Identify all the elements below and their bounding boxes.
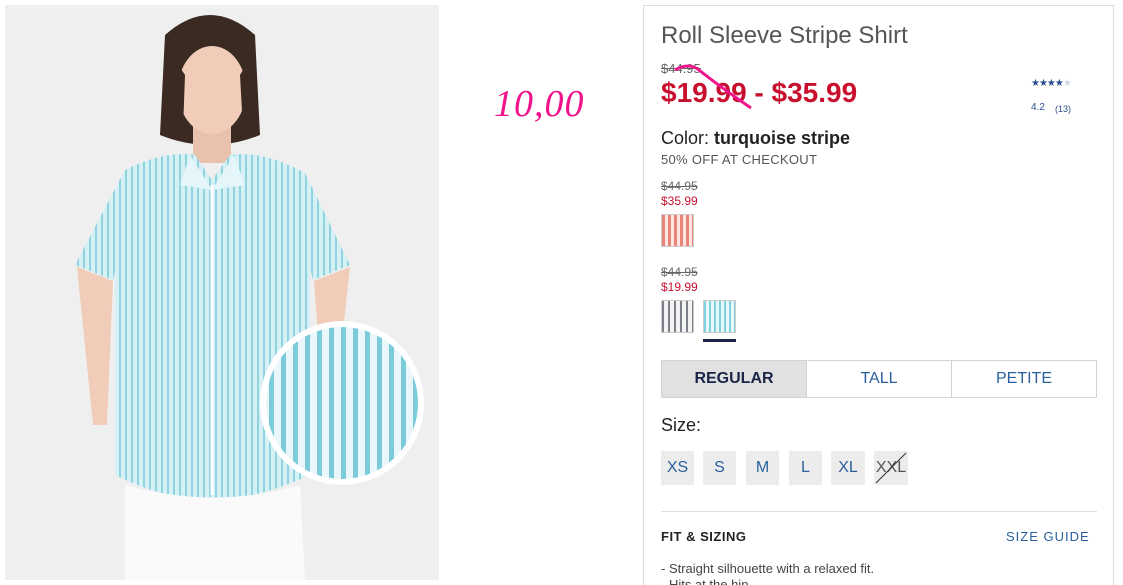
fit-bullets: - Straight silhouette with a relaxed fit… xyxy=(661,561,874,585)
product-details-panel: Roll Sleeve Stripe Shirt $44.95 $19.99 -… xyxy=(643,5,1114,585)
page: 10,00 Roll Sleeve Stripe Shirt $44.95 $1… xyxy=(0,0,1123,585)
fit-tabs: REGULAR TALL PETITE xyxy=(661,360,1097,398)
sale-price-high: $35.99 xyxy=(771,77,858,108)
size-label: Size: xyxy=(661,415,702,435)
tab-petite[interactable]: PETITE xyxy=(951,361,1096,397)
color-value: turquoise stripe xyxy=(714,128,851,148)
size-button-xl[interactable]: XL xyxy=(831,451,865,485)
size-button-xxl-unavailable: XXL xyxy=(874,451,908,485)
size-guide-link[interactable]: SIZE GUIDE xyxy=(1006,529,1090,544)
product-image[interactable] xyxy=(5,5,439,580)
unavailable-slash-icon xyxy=(875,452,907,484)
tab-tall[interactable]: TALL xyxy=(806,361,951,397)
swatch-pink-stripe[interactable] xyxy=(661,214,694,247)
tab-regular[interactable]: REGULAR xyxy=(662,361,806,397)
review-count-link[interactable]: (13) xyxy=(1055,104,1071,114)
divider xyxy=(661,511,1097,512)
fit-bullet: - Hits at the hip. xyxy=(661,577,753,585)
selected-swatch-indicator xyxy=(703,339,736,342)
size-button-l[interactable]: L xyxy=(789,451,822,485)
rating[interactable]: ★★★★★ 4.2 (13) xyxy=(1031,78,1091,114)
size-button-m[interactable]: M xyxy=(746,451,779,485)
swatch-group-1-new-price: $35.99 xyxy=(661,194,698,208)
swatch-group-1-old-price: $44.95 xyxy=(661,179,698,193)
model-illustration xyxy=(5,5,439,580)
fit-sizing-heading: FIT & SIZING xyxy=(661,529,747,544)
product-title: Roll Sleeve Stripe Shirt xyxy=(661,22,908,49)
swatch-turquoise-stripe[interactable] xyxy=(703,300,736,333)
swatch-group-2-new-price: $19.99 xyxy=(661,280,698,294)
promo-text: 50% OFF AT CHECKOUT xyxy=(661,152,818,167)
rating-value: 4.2 xyxy=(1031,102,1045,113)
price-annotation: 10,00 xyxy=(494,83,585,125)
swatch-group-2-old-price: $44.95 xyxy=(661,265,698,279)
fit-bullet: - Straight silhouette with a relaxed fit… xyxy=(661,561,875,576)
size-button-xs[interactable]: XS xyxy=(661,451,694,485)
rating-stars-empty: ★ xyxy=(1062,78,1072,89)
color-selection: Color: turquoise stripe xyxy=(661,128,850,149)
swatch-grey-stripe[interactable] xyxy=(661,300,694,333)
color-label: Color: xyxy=(661,128,710,148)
strike-through-mark xyxy=(674,64,752,110)
size-button-s[interactable]: S xyxy=(703,451,736,485)
star-icon: ★★★★★ xyxy=(1031,78,1091,89)
rating-stars-filled: ★★★★ xyxy=(1031,78,1064,89)
